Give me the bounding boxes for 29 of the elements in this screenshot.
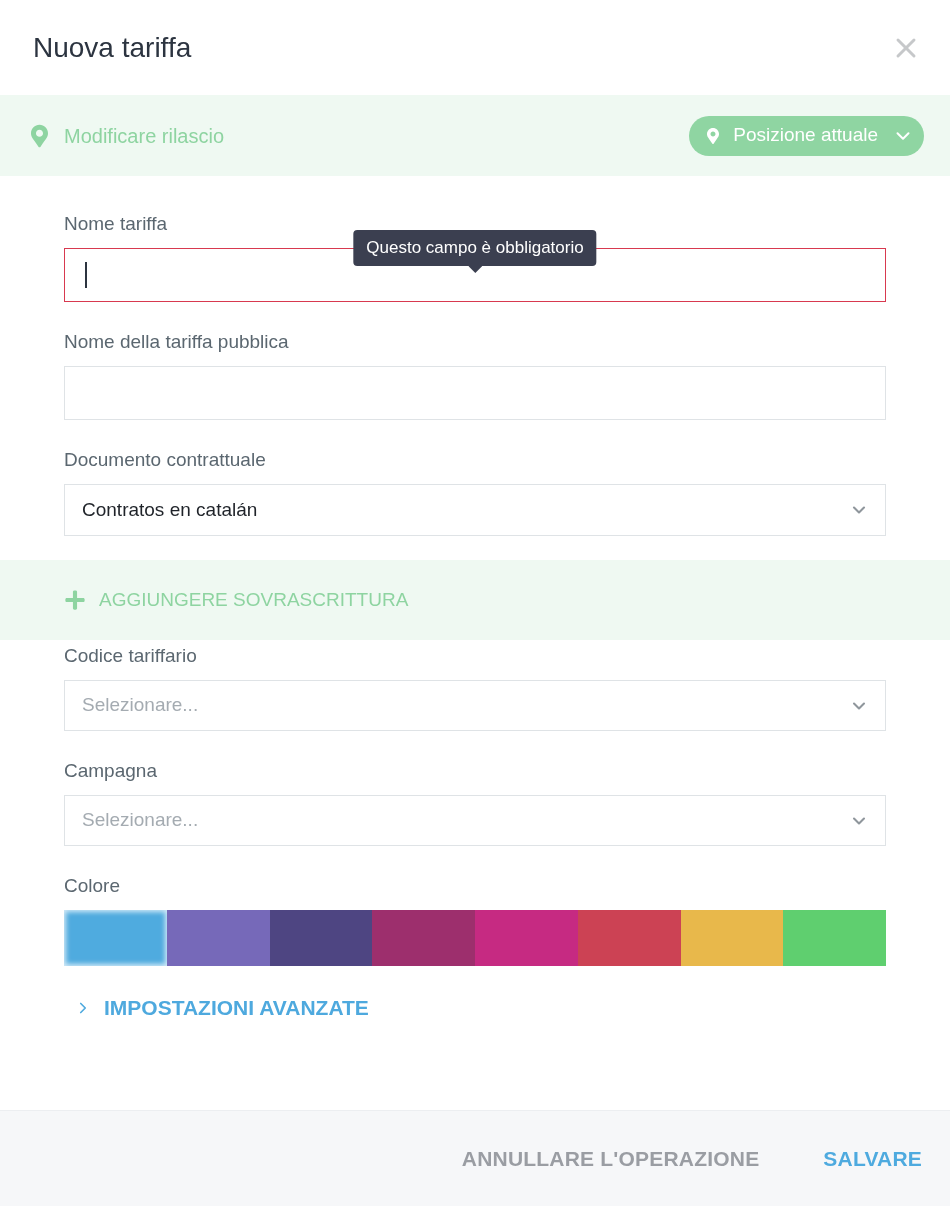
color-swatch[interactable] [577,910,681,966]
plus-icon [64,589,86,611]
advanced-settings-toggle[interactable]: IMPOSTAZIONI AVANZATE [74,992,369,1024]
field-label: Nome della tariffa pubblica [64,330,289,354]
error-tooltip: Questo campo è obbligatorio [353,230,597,266]
field-label: Colore [64,874,120,898]
override-bar[interactable]: AGGIUNGERE SOVRASCRITTURA [0,560,950,640]
location-pin-icon [707,127,720,144]
field-label: Nome tariffa [64,212,168,236]
location-button[interactable]: Posizione attuale [689,115,924,156]
field-label: Documento contrattuale [64,448,266,472]
select-dropdown[interactable]: Selezionare... [64,680,886,731]
location-label: Modificare rilascio [64,123,225,149]
select-dropdown[interactable]: Contratos en catalán [64,484,886,536]
color-swatch[interactable] [166,910,270,966]
color-swatch[interactable] [64,910,167,966]
dialog-title: Nuova tariffa [33,30,192,65]
save-button[interactable]: SALVARE [819,1138,926,1179]
color-swatch[interactable] [372,910,475,966]
select-dropdown[interactable]: Selezionare... [64,795,886,846]
field-label: Codice tariffario [64,644,197,668]
color-swatch[interactable] [783,910,886,966]
color-swatch[interactable] [269,910,373,966]
tooltip-pointer-icon [468,266,482,273]
color-swatch[interactable] [680,910,784,966]
cancel-button[interactable]: ANNULLARE L'OPERAZIONE [457,1138,764,1179]
field-label: Campagna [64,759,157,783]
location-pin-icon [31,123,48,148]
color-swatch[interactable] [475,910,578,966]
